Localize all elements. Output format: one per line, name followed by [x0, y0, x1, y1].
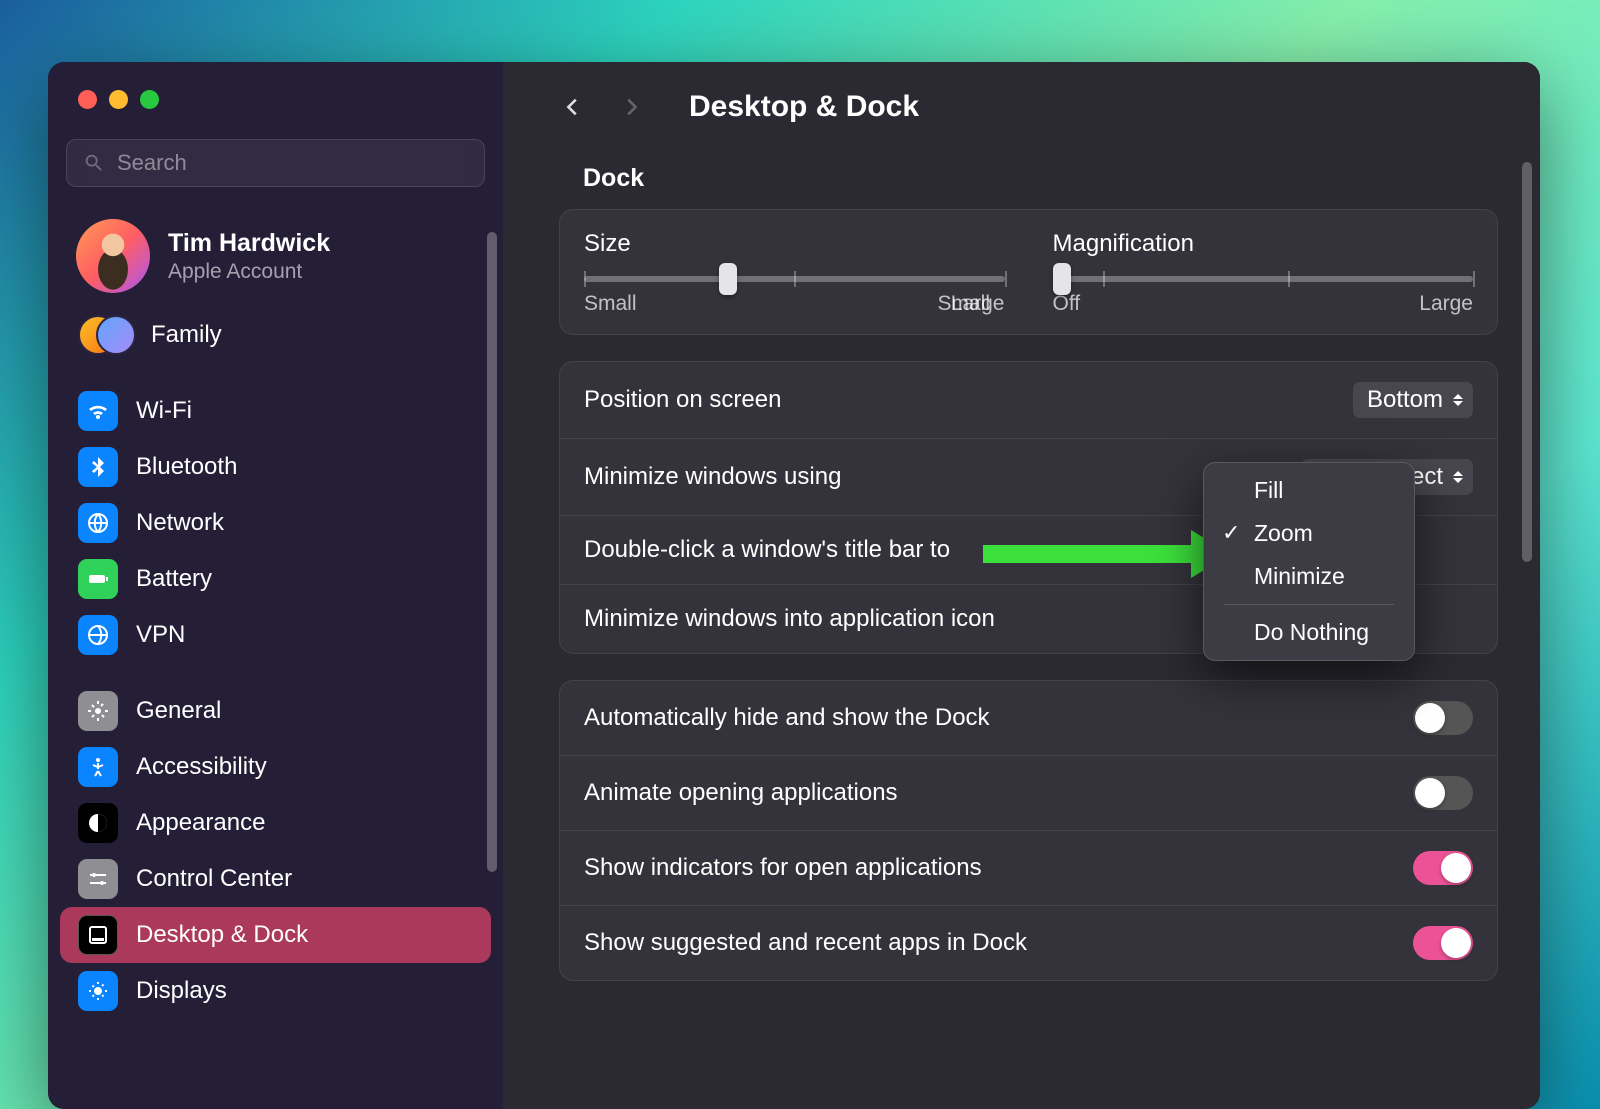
search-icon	[83, 152, 105, 174]
account-subtitle: Apple Account	[168, 260, 330, 284]
animate-toggle[interactable]	[1413, 776, 1473, 810]
close-button[interactable]	[78, 90, 97, 109]
indicators-row: Show indicators for open applications	[560, 830, 1497, 905]
forward-button[interactable]	[617, 93, 645, 121]
sidebar-item-control-center[interactable]: Control Center	[60, 851, 491, 907]
sidebar-item-label: Appearance	[136, 809, 265, 837]
mag-large-label: Large	[1419, 292, 1473, 316]
sidebar-item-displays[interactable]: Displays	[60, 963, 491, 1019]
system-settings-window: Tim Hardwick Apple Account Family Wi-Fi B…	[48, 62, 1540, 1109]
wifi-icon	[78, 391, 118, 431]
gen-icon	[78, 691, 118, 731]
sidebar-item-appearance[interactable]: Appearance	[60, 795, 491, 851]
dock-sliders-panel: Size Small Large Magnification OffSmallLa…	[559, 209, 1498, 335]
sidebar-item-label: Bluetooth	[136, 453, 237, 481]
animate-row: Animate opening applications	[560, 755, 1497, 830]
indicators-label: Show indicators for open applications	[584, 854, 982, 882]
autohide-row: Automatically hide and show the Dock	[560, 681, 1497, 755]
popup-divider	[1224, 604, 1394, 605]
account-row[interactable]: Tim Hardwick Apple Account	[48, 209, 503, 303]
header: Desktop & Dock	[559, 62, 1498, 152]
sidebar-item-bluetooth[interactable]: Bluetooth	[60, 439, 491, 495]
sidebar-item-desktop-dock[interactable]: Desktop & Dock	[60, 907, 491, 963]
sidebar-item-general[interactable]: General	[60, 683, 491, 739]
user-avatar	[76, 219, 150, 293]
account-name: Tim Hardwick	[168, 229, 330, 258]
position-row: Position on screen Bottom	[560, 362, 1497, 438]
sidebar-item-network[interactable]: Network	[60, 495, 491, 551]
minimize-into-label: Minimize windows into application icon	[584, 605, 995, 633]
sidebar-item-label: VPN	[136, 621, 185, 649]
updown-icon	[1449, 466, 1467, 488]
suggested-label: Show suggested and recent apps in Dock	[584, 929, 1027, 957]
suggested-toggle[interactable]	[1413, 926, 1473, 960]
traffic-lights	[48, 86, 503, 109]
sidebar-nav: Wi-Fi Bluetooth Network Battery VPN General Ac…	[48, 383, 503, 1019]
position-dropdown[interactable]: Bottom	[1353, 382, 1473, 418]
dock-toggles-panel: Automatically hide and show the Dock Ani…	[559, 680, 1498, 981]
family-avatar-group	[78, 315, 133, 355]
autohide-toggle[interactable]	[1413, 701, 1473, 735]
popup-item-minimize[interactable]: Minimize	[1204, 555, 1414, 598]
suggested-row: Show suggested and recent apps in Dock	[560, 905, 1497, 980]
magnification-column: Magnification OffSmallLarge	[1053, 230, 1474, 316]
vpn-icon	[78, 615, 118, 655]
magnification-slider[interactable]	[1053, 276, 1474, 282]
position-value: Bottom	[1367, 386, 1443, 414]
magnification-label: Magnification	[1053, 230, 1474, 258]
net-icon	[78, 503, 118, 543]
autohide-label: Automatically hide and show the Dock	[584, 704, 990, 732]
position-label: Position on screen	[584, 386, 781, 414]
animate-label: Animate opening applications	[584, 779, 898, 807]
sidebar-item-wifi[interactable]: Wi-Fi	[60, 383, 491, 439]
sidebar-item-battery[interactable]: Battery	[60, 551, 491, 607]
back-button[interactable]	[559, 93, 587, 121]
updown-icon	[1449, 389, 1467, 411]
doubleclick-label: Double-click a window's title bar to	[584, 536, 950, 564]
family-label: Family	[151, 321, 222, 349]
minimize-using-label: Minimize windows using	[584, 463, 841, 491]
sidebar-item-accessibility[interactable]: Accessibility	[60, 739, 491, 795]
size-slider[interactable]	[584, 276, 1005, 282]
popup-item-fill[interactable]: Fill	[1204, 469, 1414, 512]
sidebar-item-label: Control Center	[136, 865, 292, 893]
indicators-toggle[interactable]	[1413, 851, 1473, 885]
sidebar: Tim Hardwick Apple Account Family Wi-Fi B…	[48, 62, 503, 1109]
cc-icon	[78, 859, 118, 899]
dd-icon	[78, 915, 118, 955]
maximize-button[interactable]	[140, 90, 159, 109]
content-pane: Desktop & Dock Dock Size Small Large Magn…	[503, 62, 1540, 1109]
sidebar-scrollbar[interactable]	[487, 232, 497, 872]
mag-small-label: Small	[938, 292, 991, 316]
sidebar-item-vpn[interactable]: VPN	[60, 607, 491, 663]
app-icon	[78, 803, 118, 843]
bat-icon	[78, 559, 118, 599]
page-title: Desktop & Dock	[689, 90, 919, 124]
bt-icon	[78, 447, 118, 487]
minimize-button[interactable]	[109, 90, 128, 109]
acc-icon	[78, 747, 118, 787]
size-label: Size	[584, 230, 1005, 258]
search-input[interactable]	[117, 150, 468, 176]
popup-item-do-nothing[interactable]: Do Nothing	[1204, 611, 1414, 654]
mag-off-label: Off	[1053, 292, 1081, 316]
doubleclick-popup-menu[interactable]: FillZoomMinimize Do Nothing	[1203, 462, 1415, 661]
sidebar-item-label: Network	[136, 509, 224, 537]
sidebar-item-label: Desktop & Dock	[136, 921, 308, 949]
size-min-label: Small	[584, 292, 637, 316]
content-scrollbar[interactable]	[1522, 162, 1532, 562]
sidebar-item-label: Displays	[136, 977, 227, 1005]
sidebar-item-label: General	[136, 697, 221, 725]
disp-icon	[78, 971, 118, 1011]
search-field[interactable]	[66, 139, 485, 187]
popup-item-zoom[interactable]: Zoom	[1204, 512, 1414, 555]
sidebar-item-label: Battery	[136, 565, 212, 593]
sidebar-item-label: Accessibility	[136, 753, 267, 781]
sidebar-item-label: Wi-Fi	[136, 397, 192, 425]
family-row[interactable]: Family	[60, 307, 491, 363]
dock-section-title: Dock	[583, 164, 1498, 193]
